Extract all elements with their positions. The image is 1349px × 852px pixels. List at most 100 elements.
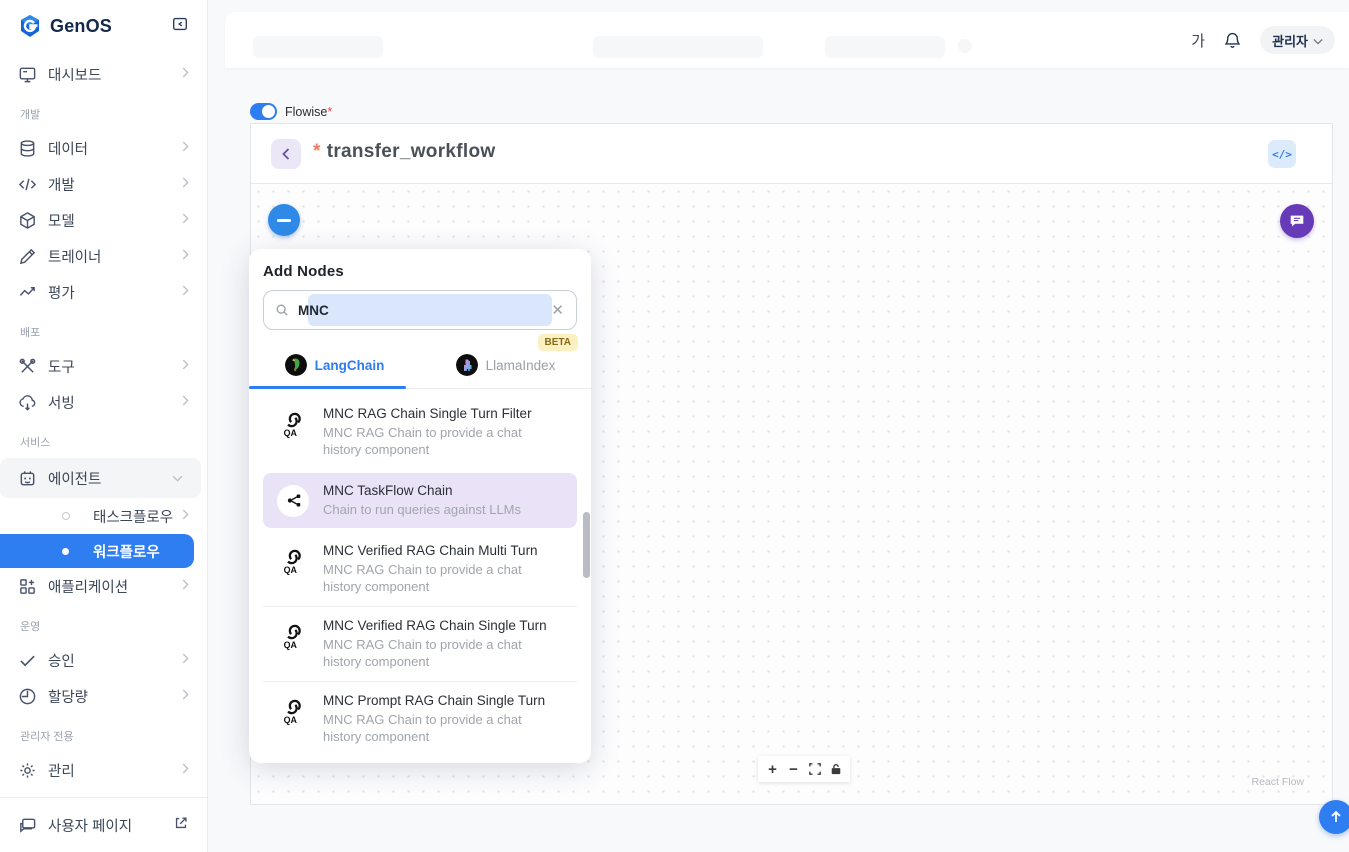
sidebar: GenOS 대시보드 개발 데이터 개발 모델 트레이너 평가 배포 도구 서빙… [0,0,208,852]
sidebar-item-label: 데이터 [48,141,89,158]
workflow-title: * transfer_workflow [313,141,496,162]
font-size-button[interactable]: 가 [1191,30,1205,51]
node-list-item-highlighted[interactable]: MNC TaskFlow Chain Chain to run queries … [263,473,577,528]
app-root: GenOS 대시보드 개발 데이터 개발 모델 트레이너 평가 배포 도구 서빙… [0,0,1349,852]
node-list-item[interactable]: QA MNC RAG Chain Single Turn Filter MNC … [263,395,577,469]
section-label-dev: 개발 [20,109,41,121]
section-label-service: 서비스 [20,437,51,449]
check-icon [18,651,37,670]
fit-view-button[interactable] [805,759,825,779]
sidebar-item-quota[interactable]: 할당량 [0,678,207,714]
sidebar-item-label: 사용자 페이지 [48,818,133,835]
sidebar-item-model[interactable]: 모델 [0,202,207,238]
chevron-right-icon [182,284,189,300]
back-button[interactable] [271,139,301,169]
chevron-right-icon [182,394,189,410]
node-list-item[interactable]: QA MNC Prompt RAG Chain Single Turn MNC … [263,681,577,756]
sidebar-item-label: 개발 [48,177,75,194]
monitor-icon [18,65,37,84]
clear-search-icon[interactable]: ✕ [551,301,564,319]
chevron-right-icon [182,248,189,264]
robot-icon [18,469,37,488]
scroll-to-top-button[interactable] [1319,800,1349,834]
add-nodes-popup: Add Nodes MNC ✕ LangChain LlamaIndex BET… [249,249,591,763]
node-search-field[interactable]: MNC ✕ [263,290,577,330]
node-title: MNC RAG Chain Single Turn Filter [323,406,532,421]
chat-button[interactable] [1280,204,1314,238]
node-description: MNC RAG Chain to provide a chat history … [323,425,522,457]
sidebar-item-evaluation[interactable]: 평가 [0,274,207,310]
sidebar-item-label: 평가 [48,285,75,302]
chevron-down-icon [172,470,183,486]
qa-chain-icon: QA [277,695,309,727]
chevron-right-icon [182,688,189,704]
node-list-item[interactable]: QA MNC Verified RAG Chain Multi Turn MNC… [263,532,577,606]
database-icon [18,139,37,158]
profile-menu[interactable]: 관리자 [1260,26,1335,54]
sidebar-item-serving[interactable]: 서빙 [0,384,207,420]
required-asterisk: * [327,104,333,119]
reactflow-controls: + − [758,756,850,782]
collapse-nodes-button[interactable] [268,204,300,236]
chevron-right-icon [182,652,189,668]
node-description: MNC RAG Chain to provide a chat history … [323,562,522,594]
sidebar-item-tools[interactable]: 도구 [0,348,207,384]
chevron-right-icon [182,66,189,82]
sidebar-item-workflow[interactable]: 워크플로우 [0,534,194,568]
node-list: QA MNC RAG Chain Single Turn Filter MNC … [249,389,591,756]
skeleton-placeholder [253,36,383,58]
zoom-in-button[interactable]: + [763,759,783,779]
sidebar-item-label: 에이전트 [48,471,102,488]
text-selection-highlight [308,294,552,326]
node-list-item[interactable]: QA MNC Verified RAG Chain Single Turn MN… [263,606,577,681]
sidebar-item-label: 승인 [48,653,75,670]
node-description: MNC RAG Chain to provide a chat history … [323,637,522,669]
llamaindex-icon [455,354,478,376]
flowise-toggle[interactable] [250,103,277,120]
qa-chain-icon: QA [277,545,309,577]
popup-scrollbar[interactable] [583,512,590,578]
quota-pie-icon [18,687,37,706]
pencil-icon [18,247,37,266]
svg-text:QA: QA [284,565,298,575]
node-description: Chain to run queries against LLMs [323,502,522,517]
skeleton-placeholder [958,39,972,53]
sidebar-item-admin[interactable]: 관리 [0,752,207,788]
view-code-button[interactable]: </> [1268,140,1296,168]
zoom-out-button[interactable]: − [784,759,804,779]
cloud-icon [18,393,37,412]
chevron-right-icon [182,212,189,228]
sidebar-item-label: 워크플로우 [93,544,160,561]
section-label-operations: 운영 [20,621,41,633]
tools-icon [18,357,37,376]
sidebar-item-approval[interactable]: 승인 [0,642,207,678]
qa-chain-icon: QA [277,408,309,440]
sidebar-nav: 대시보드 개발 데이터 개발 모델 트레이너 평가 배포 도구 서빙 서비스 에… [0,52,207,788]
sidebar-item-taskflow[interactable]: 태스크플로우 [0,498,207,534]
topbar-actions: 가 관리자 [1191,12,1335,68]
sidebar-item-develop[interactable]: 개발 [0,166,207,202]
notification-bell-icon[interactable] [1223,31,1242,50]
sidebar-item-data[interactable]: 데이터 [0,130,207,166]
top-header: 가 관리자 [225,12,1349,68]
sidebar-item-label: 서빙 [48,395,75,412]
node-description: MNC RAG Chain to provide a chat history … [323,712,522,744]
sidebar-item-dashboard[interactable]: 대시보드 [0,56,207,92]
logo-row: GenOS [0,0,207,52]
search-icon [275,303,289,317]
sidebar-collapse-icon[interactable] [171,15,189,38]
search-input-value[interactable]: MNC [298,303,329,318]
langchain-icon [284,354,307,376]
sidebar-item-trainer[interactable]: 트레이너 [0,238,207,274]
sidebar-item-user-page[interactable]: 사용자 페이지 [0,797,207,852]
tab-langchain[interactable]: LangChain [249,342,420,389]
tab-label: LlamaIndex [485,357,556,373]
beta-badge: BETA [537,334,578,351]
sidebar-item-agent[interactable]: 에이전트 [0,458,201,498]
lock-button[interactable] [826,759,846,779]
chevron-down-icon [1313,33,1323,48]
skeleton-placeholder [825,36,945,58]
chevron-right-icon [182,140,189,156]
sidebar-item-label: 관리 [48,763,75,780]
sidebar-item-application[interactable]: 애플리케이션 [0,568,207,604]
